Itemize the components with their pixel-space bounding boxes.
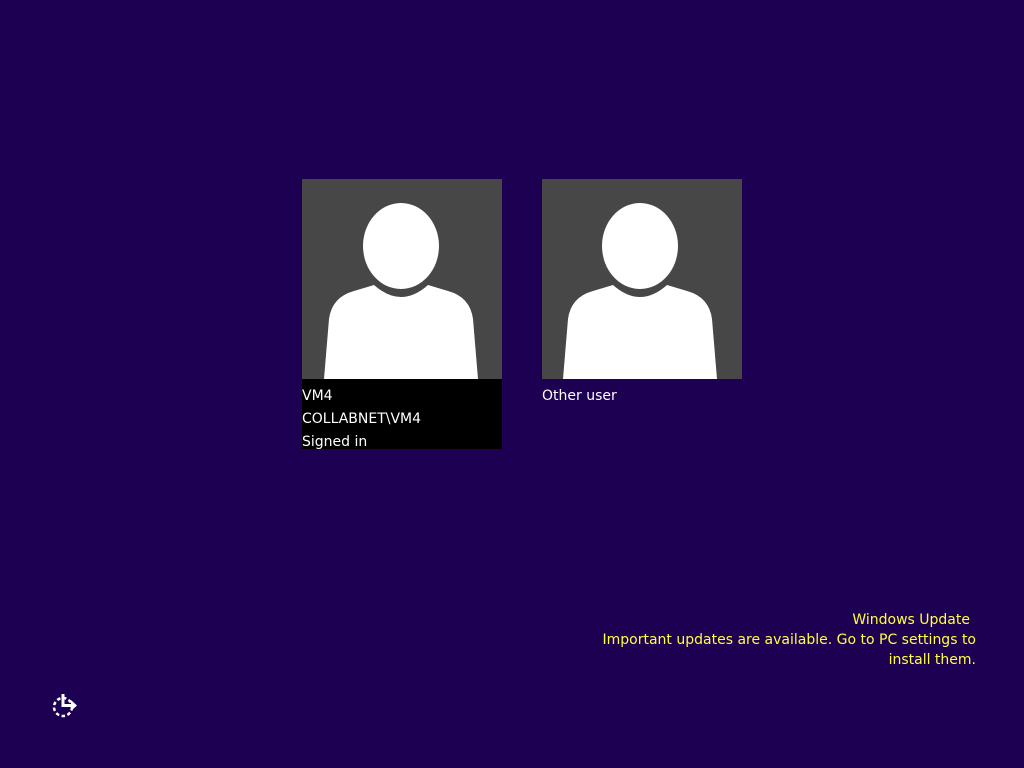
ease-of-access-icon [52,694,77,718]
user-account: COLLABNET\VM4 [302,411,422,427]
user-info: VM4 COLLABNET\VM4 Signed in [302,379,502,450]
user-silhouette-icon [563,203,717,379]
user-info: Other user [542,379,742,412]
user-tile-vm4[interactable]: VM4 COLLABNET\VM4 Signed in [302,179,502,450]
user-avatar [302,179,502,379]
windows-update-message: Important updates are available. Go to P… [602,632,976,668]
user-status: Signed in [302,434,368,450]
user-avatar [542,179,742,379]
user-silhouette-icon [324,203,478,379]
windows-update-notice[interactable]: Windows Update Important updates are ava… [576,610,976,670]
user-name: Other user [542,388,617,404]
user-tile-other-user[interactable]: Other user [542,179,742,412]
ease-of-access-button[interactable] [50,692,78,720]
windows-update-title: Windows Update [852,612,970,628]
user-name: VM4 [302,388,333,404]
